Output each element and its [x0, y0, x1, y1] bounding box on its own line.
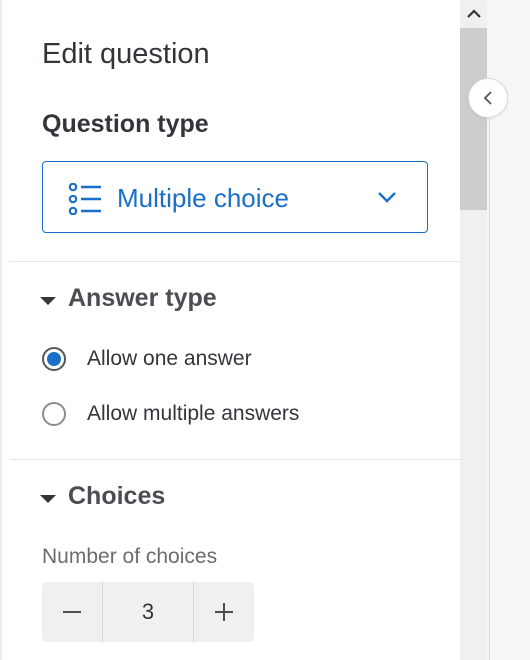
number-of-choices-label: Number of choices: [42, 545, 218, 568]
chevron-left-icon: [483, 91, 492, 105]
edit-question-panel: Edit question Question type Multiple cho…: [0, 0, 462, 660]
chevron-up-icon: [466, 9, 481, 18]
question-type-value: Multiple choice: [117, 183, 289, 213]
plus-icon: [215, 603, 233, 621]
choices-title: Choices: [68, 482, 166, 510]
canvas-edge: [489, 118, 490, 660]
list-icon: [68, 183, 101, 215]
radio-button[interactable]: [42, 402, 66, 426]
answer-type-header[interactable]: Answer type: [40, 284, 217, 313]
question-type-label: Question type: [42, 110, 209, 138]
radio-label: Allow one answer: [87, 347, 252, 370]
chevron-down-icon: [378, 192, 396, 203]
section-divider: [10, 459, 462, 460]
radio-label: Allow multiple answers: [87, 402, 300, 425]
radio-allow-one-answer[interactable]: Allow one answer: [42, 347, 252, 371]
choices-header[interactable]: Choices: [40, 482, 165, 511]
caret-down-icon: [40, 494, 56, 503]
radio-allow-multiple-answers[interactable]: Allow multiple answers: [42, 402, 299, 426]
question-type-dropdown[interactable]: Multiple choice: [42, 161, 428, 233]
increment-button[interactable]: [194, 582, 254, 642]
decrement-button[interactable]: [42, 582, 102, 642]
caret-down-icon: [40, 296, 56, 305]
section-divider: [10, 261, 462, 262]
radio-button-checked[interactable]: [42, 347, 66, 371]
choices-count-input[interactable]: 3: [102, 582, 194, 642]
panel-title: Edit question: [42, 38, 210, 70]
answer-type-title: Answer type: [68, 284, 217, 312]
scroll-up-button[interactable]: [460, 0, 487, 28]
choices-stepper: 3: [42, 582, 254, 642]
minus-icon: [63, 611, 81, 613]
collapse-panel-button[interactable]: [468, 78, 508, 118]
scrollbar-thumb[interactable]: [460, 28, 487, 210]
